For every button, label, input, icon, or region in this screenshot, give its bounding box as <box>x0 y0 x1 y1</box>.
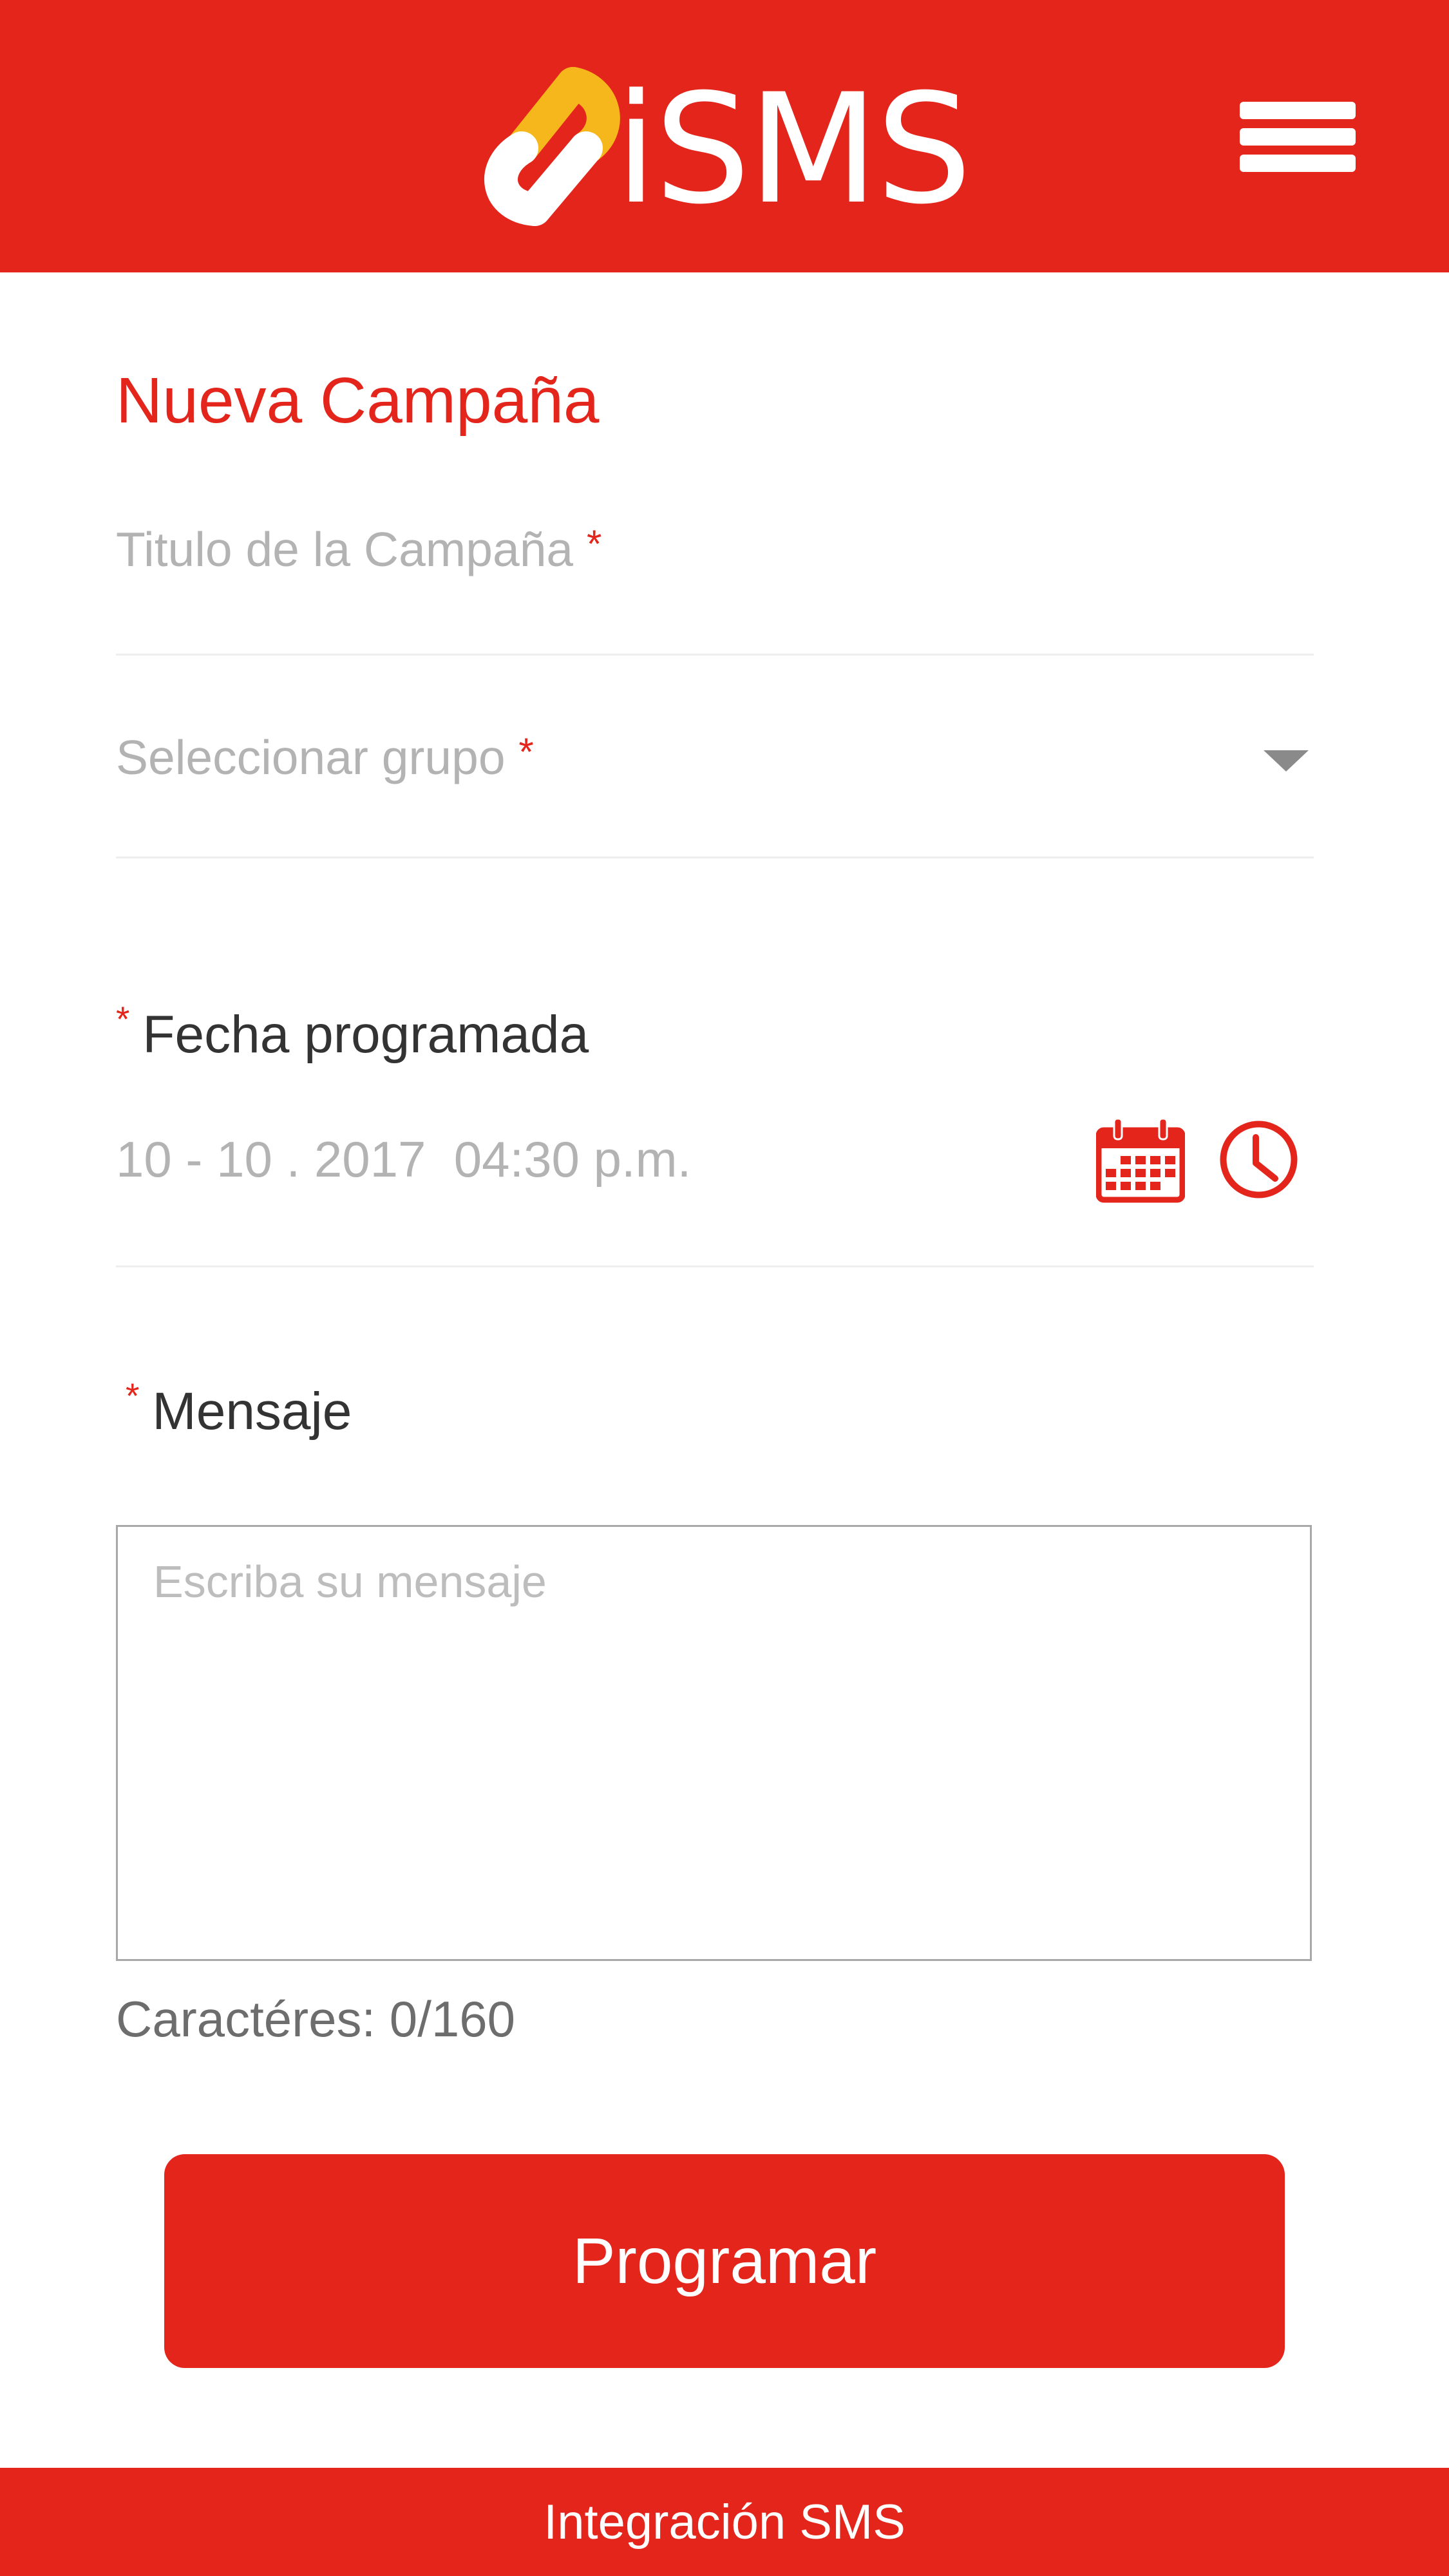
scheduled-date-label: * Fecha programada <box>116 999 589 1065</box>
group-select[interactable]: Seleccionar grupo * <box>116 730 534 785</box>
scheduled-date-label-text: Fecha programada <box>142 1005 589 1064</box>
logo-text: iSMS <box>615 62 972 238</box>
app-footer: Integración SMS <box>0 2468 1449 2576</box>
scheduled-date-value[interactable]: 10 - 10 . 2017 04:30 p.m. <box>116 1130 691 1189</box>
character-counter: Caractéres: 0/160 <box>116 1991 516 2047</box>
campaign-title-underline <box>116 654 1314 656</box>
chain-link-logo-icon <box>484 67 620 226</box>
required-asterisk: * <box>116 999 130 1039</box>
group-select-underline <box>116 857 1314 858</box>
schedule-button[interactable]: Programar <box>164 2154 1285 2368</box>
app-header: iSMS <box>0 0 1449 272</box>
campaign-title-input[interactable]: Titulo de la Campaña * <box>116 522 601 577</box>
required-asterisk: * <box>126 1376 140 1416</box>
message-label-text: Mensaje <box>152 1382 352 1441</box>
group-select-placeholder: Seleccionar grupo <box>116 730 506 784</box>
scheduled-date-underline <box>116 1265 1314 1267</box>
required-asterisk: * <box>586 522 602 565</box>
campaign-title-placeholder: Titulo de la Campaña <box>116 522 574 576</box>
dropdown-arrow-icon[interactable] <box>1264 750 1309 772</box>
page-title: Nueva Campaña <box>116 365 600 437</box>
message-label: * Mensaje <box>126 1376 352 1442</box>
message-textarea[interactable] <box>116 1525 1312 1961</box>
clock-icon[interactable] <box>1218 1119 1299 1200</box>
footer-text[interactable]: Integración SMS <box>544 2494 905 2550</box>
isms-logo[interactable]: iSMS <box>477 52 972 232</box>
hamburger-menu-icon[interactable] <box>1240 102 1356 173</box>
required-asterisk: * <box>518 730 534 773</box>
calendar-icon[interactable] <box>1096 1116 1185 1203</box>
